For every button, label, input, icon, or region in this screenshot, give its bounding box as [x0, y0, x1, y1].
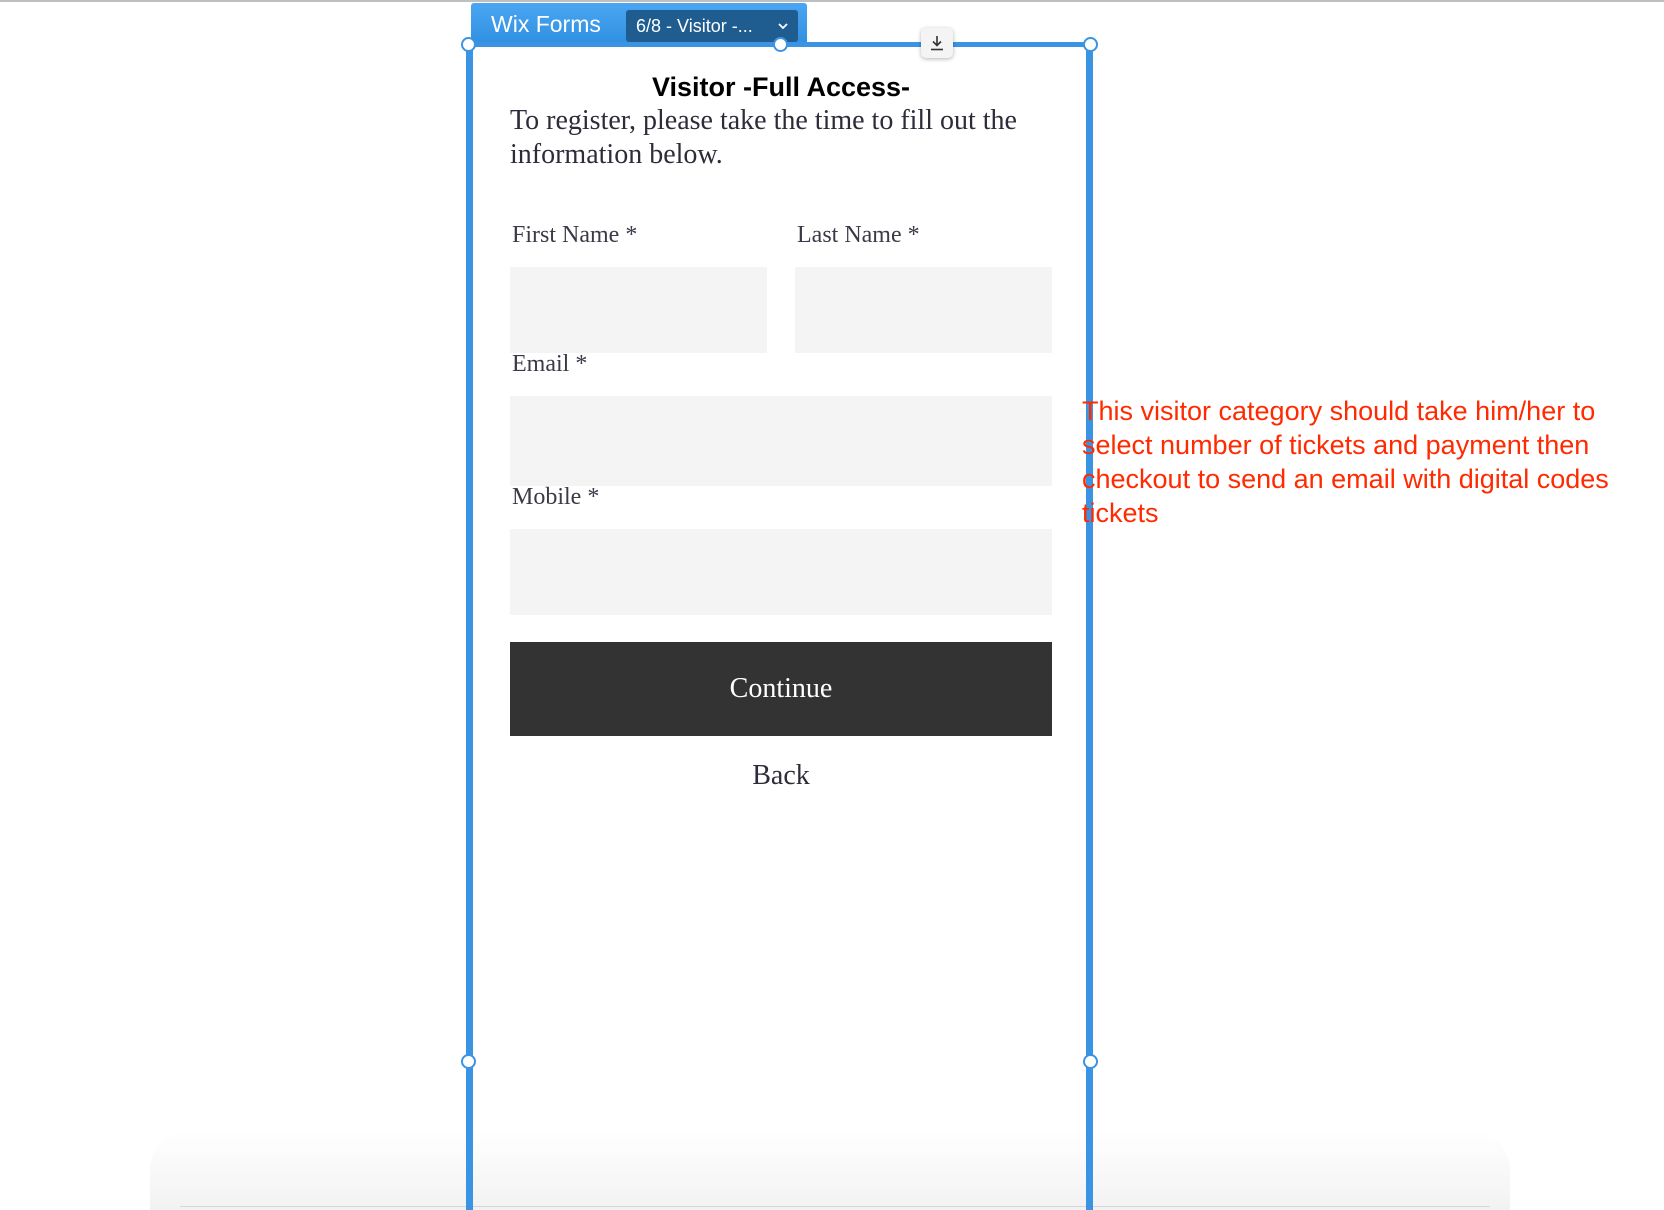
form-step-dropdown[interactable]: 6/8 - Visitor -...	[626, 10, 798, 42]
wix-forms-tag[interactable]: Wix Forms 6/8 - Visitor -...	[471, 3, 807, 45]
resize-handle-top-left[interactable]	[461, 37, 476, 52]
last-name-label: Last Name *	[797, 222, 920, 248]
mobile-label: Mobile *	[512, 484, 600, 510]
continue-button[interactable]: Continue	[510, 642, 1052, 736]
resize-handle-middle-right[interactable]	[1083, 1054, 1098, 1069]
email-field[interactable]	[510, 396, 1052, 486]
last-name-field[interactable]	[795, 267, 1052, 353]
mobile-field[interactable]	[510, 529, 1052, 615]
form-description: To register, please take the time to fil…	[510, 105, 1017, 170]
first-name-label: First Name *	[512, 222, 638, 248]
selection-frame-left	[466, 44, 473, 1210]
back-button[interactable]: Back	[730, 758, 832, 794]
bottom-divider	[180, 1206, 1490, 1207]
first-name-field[interactable]	[510, 267, 767, 353]
download-icon	[931, 36, 943, 51]
annotation-note: This visitor category should take him/he…	[1082, 396, 1609, 528]
editor-canvas: Wix Forms 6/8 - Visitor -... Visitor -Fu…	[0, 0, 1664, 1210]
form-title: Visitor -Full Access-	[651, 72, 911, 102]
resize-handle-top-center[interactable]	[773, 37, 788, 52]
resize-handle-middle-left[interactable]	[461, 1054, 476, 1069]
download-button[interactable]	[921, 28, 953, 58]
email-label: Email *	[512, 351, 588, 377]
top-divider	[0, 0, 1664, 2]
wix-forms-label: Wix Forms	[491, 11, 601, 37]
form-step-dropdown-value: 6/8 - Visitor -...	[636, 16, 753, 36]
selection-frame-right	[1086, 44, 1093, 1210]
resize-handle-top-right[interactable]	[1083, 37, 1098, 52]
bottom-shadow	[150, 1130, 1510, 1210]
